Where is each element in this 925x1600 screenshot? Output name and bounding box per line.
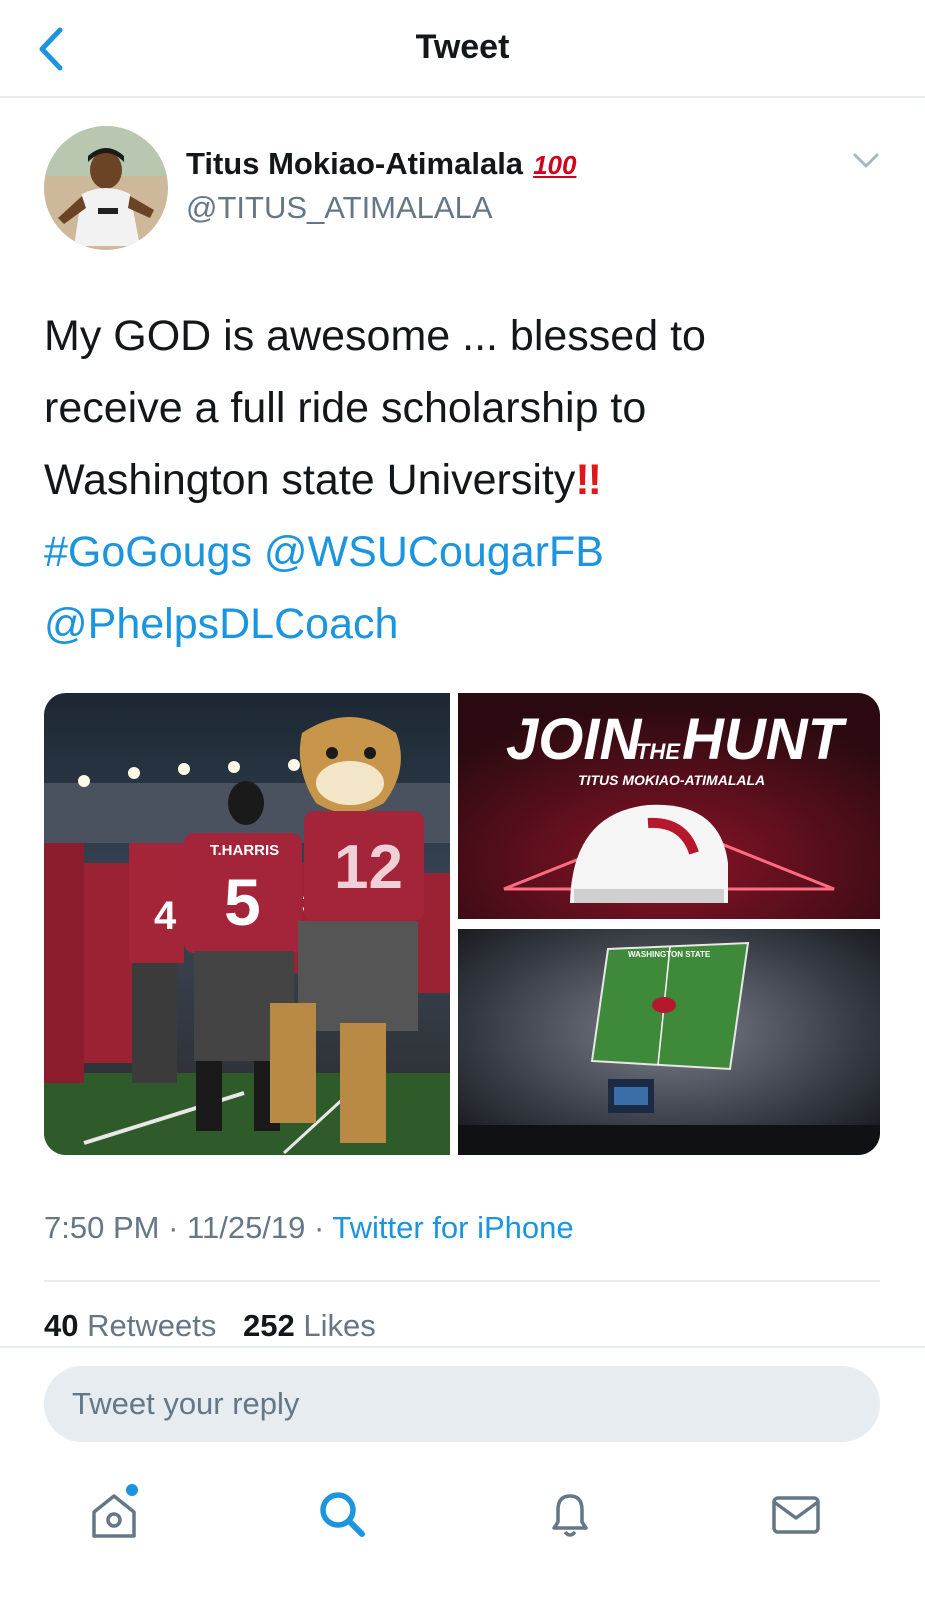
tweet-line-5: @PhelpsDLCoach xyxy=(44,588,884,660)
mascot-jersey-number-12: 12 xyxy=(334,833,403,902)
likes-count: 252 xyxy=(242,1308,295,1343)
retweets-stat[interactable]: 40 Retweets xyxy=(44,1308,216,1343)
jersey-name-tharris: T.HARRIS xyxy=(210,842,279,859)
author-name[interactable]: Titus Mokiao-Atimalala 100 xyxy=(186,146,576,182)
mention-link-phelpsdlcoach[interactable]: @PhelpsDLCoach xyxy=(44,600,398,648)
hundred-points-emoji: 100 xyxy=(533,150,577,180)
jersey-number-5: 5 xyxy=(224,865,261,939)
hashtag-link[interactable]: #GoGougs xyxy=(44,528,252,576)
the-text: THE xyxy=(636,739,681,764)
author-handle[interactable]: @TITUS_ATIMALALA xyxy=(186,190,493,226)
author-name-text: Titus Mokiao-Atimalala xyxy=(186,146,524,181)
join-text: JOIN xyxy=(506,707,642,772)
likes-stat[interactable]: 252 Likes xyxy=(243,1308,376,1343)
double-exclamation-emoji: !! xyxy=(575,456,602,504)
search-icon[interactable] xyxy=(312,1484,372,1544)
tweet-line-4: #GoGougs @WSUCougarFB xyxy=(44,516,884,588)
reply-input[interactable]: Tweet your reply xyxy=(44,1366,880,1442)
stadium-end-zone-text: WASHINGTON STATE xyxy=(628,950,711,959)
tweet-time: 7:50 PM xyxy=(44,1210,160,1245)
page-title: Tweet xyxy=(415,28,510,66)
avatar-photo xyxy=(44,126,168,250)
retweets-label: Retweets xyxy=(87,1308,217,1343)
divider xyxy=(0,1346,925,1348)
tweet-stats: 40 Retweets 252 Likes xyxy=(44,1308,394,1344)
tweet-date: 11/25/19 xyxy=(187,1210,306,1245)
navigation-bar: Tweet xyxy=(0,0,925,98)
tweet-line-3-text: Washington state University xyxy=(44,456,576,504)
tab-bar xyxy=(0,1470,925,1600)
retweets-count: 40 xyxy=(44,1308,79,1343)
separator-dot: · xyxy=(314,1210,325,1245)
home-icon[interactable] xyxy=(84,1484,144,1544)
hunt-text: HUNT xyxy=(682,707,848,772)
tweet-line-1: My GOD is awesome ... blessed to xyxy=(44,312,706,360)
mention-link-wsucougarfb[interactable]: @WSUCougarFB xyxy=(264,528,604,576)
likes-label: Likes xyxy=(303,1308,376,1343)
tweet-line-2: receive a full ride scholarship to xyxy=(44,384,647,432)
media-photo-join-the-hunt[interactable]: JOIN THE HUNT TITUS MOKIAO-ATIMALALA xyxy=(458,693,880,919)
chevron-down-icon[interactable] xyxy=(852,150,880,172)
separator-dot: · xyxy=(168,1210,179,1245)
player-name-subline: TITUS MOKIAO-ATIMALALA xyxy=(578,772,765,788)
avatar[interactable] xyxy=(44,126,168,250)
tweet-line-3: Washington state University!! xyxy=(44,444,884,516)
tweet-source-link[interactable]: Twitter for iPhone xyxy=(332,1210,573,1245)
media-photo-stadium-aerial[interactable]: WASHINGTON STATE xyxy=(458,929,880,1155)
divider xyxy=(44,1280,880,1282)
media-photo-stadium-team[interactable]: 4 34 T.HARRIS 5 12 xyxy=(44,693,450,1155)
messages-icon[interactable] xyxy=(766,1484,826,1544)
reply-placeholder: Tweet your reply xyxy=(72,1386,300,1421)
media-grid: 4 34 T.HARRIS 5 12 xyxy=(44,693,880,1155)
notifications-icon[interactable] xyxy=(540,1484,600,1544)
jersey-number-4: 4 xyxy=(154,894,177,938)
tweet-text: My GOD is awesome ... blessed to receive… xyxy=(44,300,884,660)
tweet-timestamp: 7:50 PM · 11/25/19 · Twitter for iPhone xyxy=(44,1210,574,1246)
